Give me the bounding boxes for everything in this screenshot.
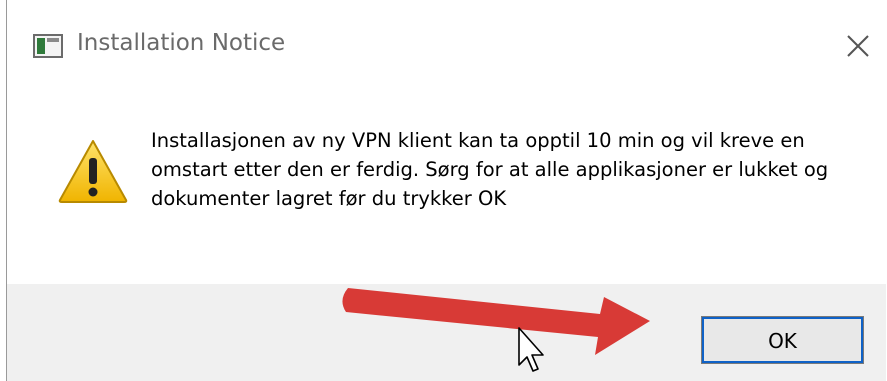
dialog-content: Installasjonen av ny VPN klient kan ta o… — [7, 90, 886, 284]
ok-button[interactable]: OK — [701, 316, 864, 364]
ok-button-label: OK — [768, 329, 797, 353]
dialog-title: Installation Notice — [77, 30, 286, 56]
installation-notice-dialog: Installation Notice Installasjonen av ny… — [6, 0, 886, 381]
warning-icon — [58, 140, 128, 203]
dialog-footer: OK — [7, 284, 886, 381]
notice-message: Installasjonen av ny VPN klient kan ta o… — [151, 129, 829, 210]
close-icon — [847, 35, 869, 57]
close-button[interactable] — [836, 24, 880, 68]
title-bar: Installation Notice — [7, 0, 886, 90]
app-icon — [33, 34, 63, 58]
